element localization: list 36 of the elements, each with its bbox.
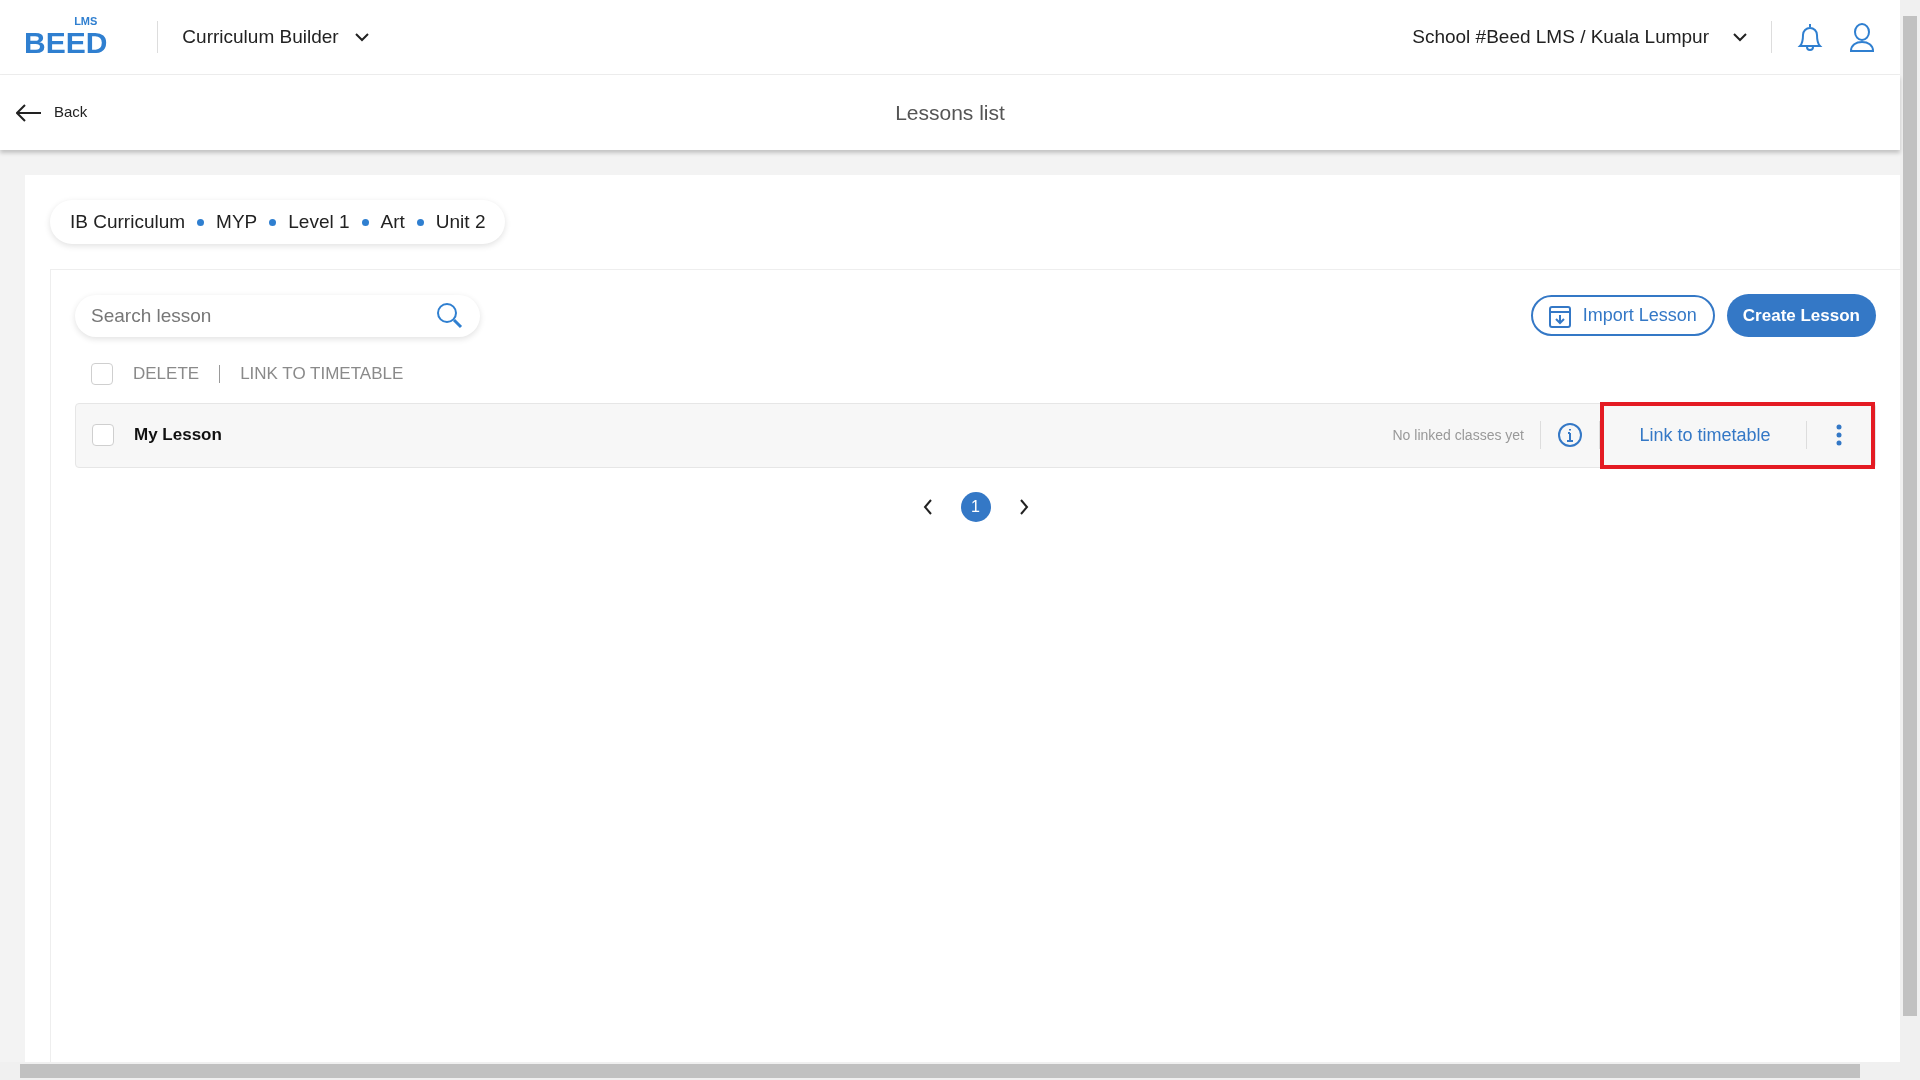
logo[interactable]: BEED: [24, 27, 108, 59]
link-status: No linked classes yet: [1392, 425, 1525, 445]
chevron-right-icon[interactable]: [1018, 498, 1029, 515]
import-button[interactable]: Import Lesson: [1530, 295, 1715, 336]
more-vertical-icon[interactable]: [1836, 424, 1842, 446]
logo-tag: LMS: [74, 15, 98, 27]
create-button[interactable]: Create Lesson: [1726, 294, 1876, 337]
chevron-down-icon: [354, 32, 369, 42]
breadcrumb-item[interactable]: MYP: [216, 207, 258, 237]
dot-separator-icon: [361, 218, 369, 226]
info-icon[interactable]: [1557, 422, 1583, 448]
dot-separator-icon: [197, 218, 205, 226]
page-button[interactable]: 1: [960, 491, 991, 522]
download-icon: [1548, 303, 1571, 328]
back-link[interactable]: Back: [16, 101, 216, 124]
module-dropdown[interactable]: Curriculum Builder: [182, 22, 369, 52]
lesson-title: My Lesson: [134, 424, 223, 447]
checkbox[interactable]: [92, 424, 114, 446]
school-dropdown[interactable]: School #Beed LMS / Kuala Lumpur: [1412, 22, 1747, 52]
link-to-timetable-link[interactable]: Link to timetable: [1604, 421, 1806, 449]
dot-separator-icon: [269, 218, 277, 226]
breadcrumb-item[interactable]: Level 1: [288, 207, 350, 237]
search-icon[interactable]: [436, 301, 464, 330]
breadcrumb-item[interactable]: IB Curriculum: [70, 207, 186, 237]
checkbox[interactable]: [91, 362, 113, 385]
chevron-left-icon[interactable]: [922, 498, 933, 515]
page-title: Lessons list: [895, 99, 1005, 126]
chevron-down-icon: [1733, 32, 1747, 42]
bell-icon[interactable]: [1796, 21, 1824, 53]
arrow-left-icon: [16, 103, 42, 122]
user-icon[interactable]: [1848, 21, 1876, 53]
breadcrumb-item[interactable]: Art: [380, 207, 405, 237]
breadcrumb-item[interactable]: Unit 2: [435, 207, 486, 237]
search-field[interactable]: Search lesson: [75, 294, 480, 337]
dot-separator-icon: [416, 218, 424, 226]
lesson-row[interactable]: My Lesson No linked classes yet Link to timetable: [75, 402, 1876, 468]
